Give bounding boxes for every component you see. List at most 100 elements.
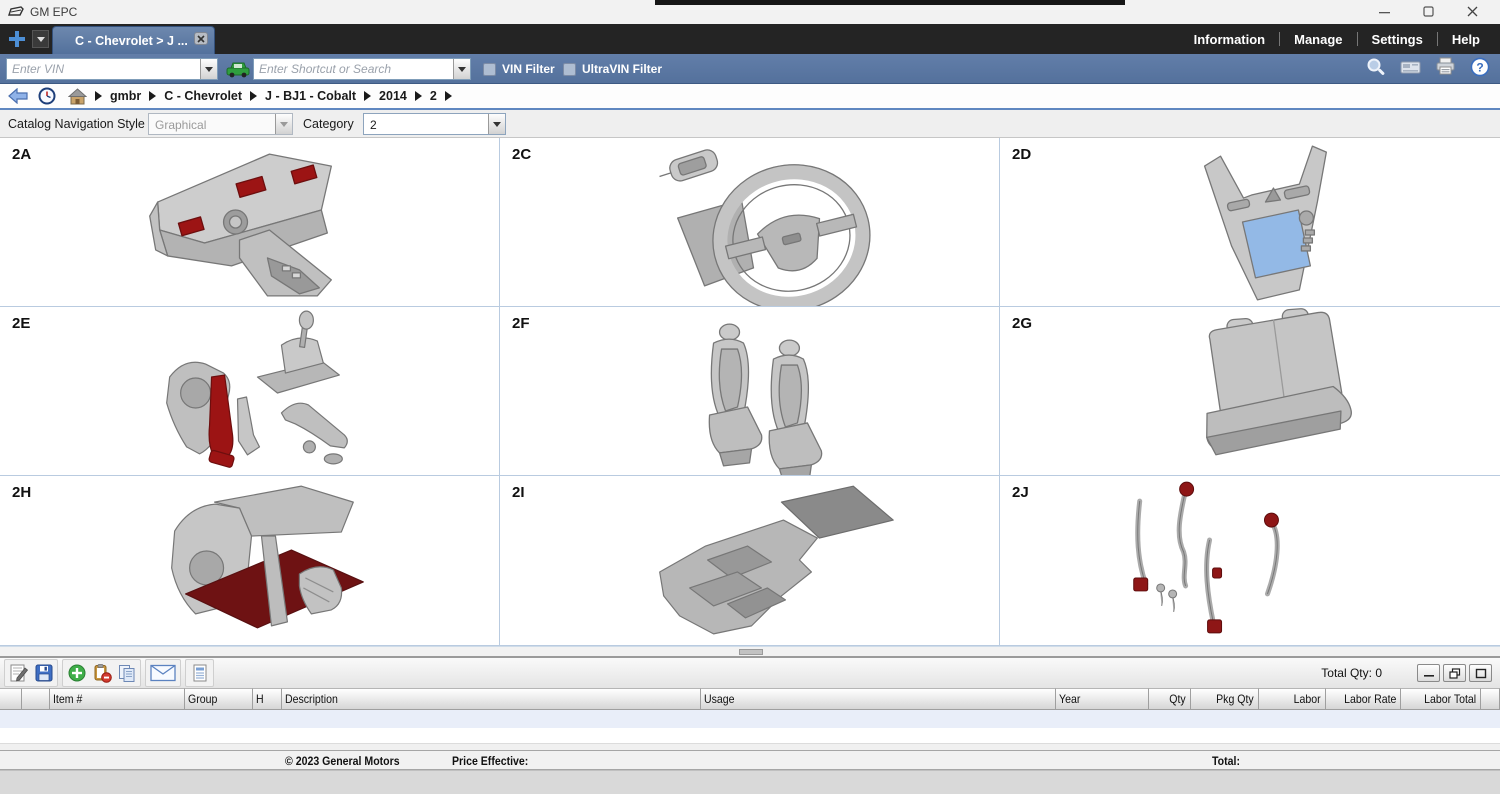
catalog-cell-2f[interactable]: 2F — [500, 307, 1000, 476]
front-seats-illustration — [500, 307, 999, 475]
col-year[interactable]: Year — [1056, 688, 1149, 710]
top-dark-strip — [655, 0, 1125, 5]
search-icon[interactable] — [1366, 57, 1386, 82]
chevron-down-icon — [280, 122, 288, 127]
copyright-text: © 2023 General Motors — [285, 754, 400, 768]
cart-minimize-button[interactable] — [1417, 664, 1440, 682]
ultravin-filter-checkbox[interactable] — [563, 63, 576, 76]
new-tab-button[interactable] — [4, 27, 30, 51]
tab-label: C - Chevrolet > J ... — [53, 34, 188, 48]
save-button[interactable] — [31, 661, 56, 685]
cart-restore-button[interactable] — [1443, 664, 1466, 682]
remove-part-icon — [92, 663, 112, 683]
history-clock-icon[interactable] — [38, 87, 56, 105]
cart-empty-row-selected[interactable] — [0, 710, 1500, 728]
breadcrumb-item-model[interactable]: J - BJ1 - Cobalt — [265, 89, 356, 103]
invoice-button[interactable] — [187, 661, 212, 685]
chevron-down-icon — [205, 67, 213, 72]
catalog-cell-2i[interactable]: 2I — [500, 476, 1000, 646]
home-icon[interactable] — [68, 88, 87, 105]
gm-epc-window: GM EPC C - Chevrolet > J ... Information — [0, 0, 1500, 794]
menu-manage[interactable]: Manage — [1294, 32, 1342, 47]
catalog-cell-2c[interactable]: 2C — [500, 138, 1000, 307]
toolbar-group-file — [4, 659, 58, 687]
menu-settings[interactable]: Settings — [1372, 32, 1423, 47]
help-icon[interactable]: ? — [1470, 57, 1490, 82]
catalog-cell-2d[interactable]: 2D — [1000, 138, 1500, 307]
cart-toolbar: Total Qty: 0 — [0, 658, 1500, 688]
window-close-button[interactable] — [1458, 2, 1488, 22]
copy-icon — [117, 663, 137, 683]
menu-information[interactable]: Information — [1194, 32, 1266, 47]
catalog-cell-2g[interactable]: 2G — [1000, 307, 1500, 476]
invoice-icon — [190, 663, 210, 683]
vin-filter: VIN Filter — [483, 54, 555, 84]
remove-part-button[interactable] — [89, 661, 114, 685]
col-select[interactable] — [0, 688, 22, 710]
nav-style-label: Catalog Navigation Style — [8, 117, 145, 131]
svg-text:?: ? — [1476, 60, 1483, 74]
tab-close-button[interactable] — [194, 32, 208, 45]
col-labor-total[interactable]: Labor Total — [1401, 688, 1481, 710]
add-part-button[interactable] — [64, 661, 89, 685]
card-reader-icon[interactable] — [1400, 58, 1421, 81]
menu-help[interactable]: Help — [1452, 32, 1480, 47]
save-icon — [34, 663, 54, 683]
breadcrumb-separator-icon — [445, 91, 452, 101]
breadcrumb: gmbr C - Chevrolet J - BJ1 - Cobalt 2014… — [0, 84, 1500, 110]
col-pkg-qty[interactable]: Pkg Qty — [1191, 688, 1259, 710]
email-icon — [150, 664, 176, 682]
vin-dropdown-button[interactable] — [200, 59, 217, 79]
breadcrumb-item-make[interactable]: C - Chevrolet — [164, 89, 242, 103]
category-dropdown-button[interactable] — [488, 114, 505, 134]
category-select[interactable]: 2 — [363, 113, 506, 135]
catalog-cell-2h[interactable]: 2H — [0, 476, 500, 646]
search-bar: VIN Filter UltraVIN Filter ? — [0, 54, 1500, 84]
copy-button[interactable] — [114, 661, 139, 685]
col-qty[interactable]: Qty — [1149, 688, 1191, 710]
catalog-cell-2e[interactable]: 2E — [0, 307, 500, 476]
catalog-grid: 2A 2C — [0, 138, 1500, 646]
window-maximize-button[interactable] — [1414, 2, 1444, 22]
catalog-cell-2a[interactable]: 2A — [0, 138, 500, 307]
breadcrumb-item-year[interactable]: 2014 — [379, 89, 407, 103]
breadcrumb-separator-icon — [415, 91, 422, 101]
email-button[interactable] — [147, 661, 179, 685]
breadcrumb-separator-icon — [250, 91, 257, 101]
shortcut-search-input[interactable] — [254, 59, 453, 79]
total-label: Total: — [1212, 754, 1240, 768]
window-minimize-button[interactable] — [1370, 2, 1400, 22]
nav-style-select[interactable]: Graphical — [148, 113, 293, 135]
tab-list-dropdown-button[interactable] — [32, 30, 49, 48]
col-labor[interactable]: Labor — [1259, 688, 1326, 710]
tab-chevrolet[interactable]: C - Chevrolet > J ... — [52, 26, 215, 54]
shortcut-dropdown-button[interactable] — [453, 59, 470, 79]
breadcrumb-separator-icon — [364, 91, 371, 101]
chevron-down-icon — [493, 122, 501, 127]
splitter-handle-icon[interactable] — [739, 649, 763, 655]
col-group[interactable]: Group — [185, 688, 253, 710]
cart-maximize-button[interactable] — [1469, 664, 1492, 682]
breadcrumb-item-category[interactable]: 2 — [430, 89, 437, 103]
nav-style-dropdown-button — [275, 114, 292, 134]
col-h[interactable]: H — [253, 688, 282, 710]
menu-separator — [1357, 32, 1358, 46]
col-labor-rate[interactable]: Labor Rate — [1326, 688, 1401, 710]
cart-table-header: Item # Group H Description Usage Year Qt… — [0, 688, 1500, 710]
col-flag[interactable] — [22, 688, 50, 710]
instrument-panel-illustration — [0, 138, 499, 306]
col-item[interactable]: Item # — [50, 688, 185, 710]
catalog-cell-2j[interactable]: 2J — [1000, 476, 1500, 646]
print-icon[interactable] — [1435, 57, 1456, 81]
vin-input[interactable] — [7, 59, 200, 79]
bottom-status-strip — [0, 770, 1500, 794]
panel-splitter[interactable] — [0, 646, 1500, 658]
vehicle-lookup-button[interactable] — [226, 58, 250, 80]
col-description[interactable]: Description — [282, 688, 701, 710]
breadcrumb-item-gmbr[interactable]: gmbr — [110, 89, 141, 103]
vin-filter-checkbox[interactable] — [483, 63, 496, 76]
back-arrow-icon[interactable] — [8, 88, 28, 104]
rear-trim-illustration — [0, 476, 499, 644]
col-usage[interactable]: Usage — [701, 688, 1056, 710]
report-edit-button[interactable] — [6, 661, 31, 685]
